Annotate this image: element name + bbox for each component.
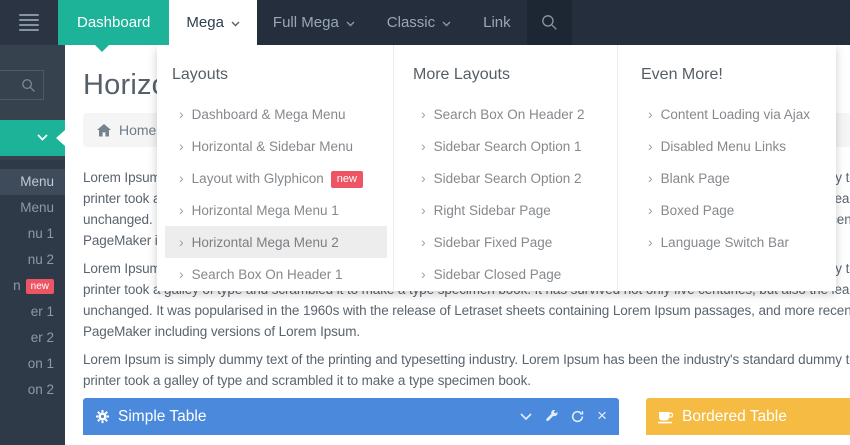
chevron-down-icon — [37, 134, 48, 141]
mega-menu-column-title: Layouts — [157, 66, 393, 84]
mega-menu-item[interactable]: ›Disabled Menu Links — [626, 130, 830, 162]
search-icon — [541, 14, 558, 31]
panel-row: Simple Table — [83, 398, 850, 435]
panel-title: Bordered Table — [682, 408, 850, 426]
coffee-icon — [658, 410, 674, 424]
sidebar: Menu Menu nu 1 nu 2 nnew er 1 er 2 on 1 … — [0, 45, 65, 445]
angle-right-icon: › — [421, 170, 426, 186]
nav-tab-full-mega[interactable]: Full Mega — [257, 0, 371, 45]
app-window: Horizontal Mega Menu 2 Home Lorem Ipsum … — [0, 0, 850, 445]
mega-menu-item[interactable]: ›Horizontal Mega Menu 1 — [165, 194, 387, 226]
chevron-down-icon[interactable] — [520, 413, 532, 420]
sidebar-submenu: Menu Menu nu 1 nu 2 nnew er 1 er 2 on 1 … — [0, 160, 65, 445]
new-badge: new — [331, 171, 363, 188]
nav-tab-link[interactable]: Link — [467, 0, 527, 45]
angle-right-icon: › — [648, 138, 653, 154]
chevron-down-icon — [442, 21, 451, 27]
mega-menu-item[interactable]: ›Blank Page — [626, 162, 830, 194]
angle-right-icon: › — [421, 138, 426, 154]
mega-menu-item[interactable]: ›Boxed Page — [626, 194, 830, 226]
simple-table-panel: Simple Table — [83, 398, 619, 435]
mega-menu-column-layouts: Layouts ›Dashboard & Mega Menu ›Horizont… — [157, 45, 393, 291]
mega-menu-item[interactable]: ›Layout with Glyphiconnew — [165, 162, 387, 194]
chevron-down-icon — [231, 21, 240, 27]
panel-toolbar: × — [520, 409, 607, 424]
paragraph-line: Lorem Ipsum is simply dummy text of the … — [83, 349, 850, 370]
simple-table-panel-header: Simple Table — [83, 398, 619, 435]
top-nav: Dashboard Mega Full Mega Classic — [58, 0, 527, 45]
mega-menu-dropdown: Layouts ›Dashboard & Mega Menu ›Horizont… — [157, 45, 836, 291]
mega-menu-item[interactable]: ›Content Loading via Ajax — [626, 98, 830, 130]
angle-right-icon: › — [648, 202, 653, 218]
new-badge: new — [26, 279, 54, 294]
angle-right-icon: › — [179, 106, 184, 122]
angle-right-icon: › — [421, 202, 426, 218]
sidebar-item[interactable]: on 1 — [0, 351, 65, 377]
angle-right-icon: › — [421, 266, 426, 282]
cogs-icon — [95, 409, 110, 424]
mega-menu-item[interactable]: ›Search Box On Header 1 — [165, 258, 387, 290]
angle-right-icon: › — [179, 138, 184, 154]
topbar-search-button[interactable] — [527, 0, 572, 45]
mega-menu-item-active[interactable]: ›Horizontal Mega Menu 2 — [165, 226, 387, 258]
top-navbar: Dashboard Mega Full Mega Classic — [0, 0, 850, 45]
paragraph-line: PageMaker including versions of Lorem Ip… — [83, 321, 850, 342]
wrench-icon[interactable] — [545, 410, 558, 423]
mega-menu-item[interactable]: ›Right Sidebar Page — [402, 194, 611, 226]
mega-menu-item[interactable]: ›Search Box On Header 2 — [402, 98, 611, 130]
home-icon — [97, 124, 111, 137]
close-icon[interactable]: × — [597, 407, 607, 424]
nav-tab-mega[interactable]: Mega — [169, 0, 257, 45]
bordered-table-panel: Bordered Table — [646, 398, 850, 435]
sidebar-search-input[interactable] — [0, 70, 44, 100]
sidebar-item[interactable]: nu 2 — [0, 247, 65, 273]
mega-menu-item[interactable]: ›Language Switch Bar — [626, 226, 830, 258]
mega-menu-item[interactable]: ›Sidebar Closed Page — [402, 258, 611, 290]
refresh-icon[interactable] — [571, 410, 584, 423]
angle-right-icon: › — [648, 170, 653, 186]
paragraph-line: unchanged. It was popularised in the 196… — [83, 300, 850, 321]
mega-menu-item[interactable]: ›Sidebar Search Option 1 — [402, 130, 611, 162]
sidebar-item[interactable]: nnew — [0, 273, 65, 299]
sidebar-item[interactable]: Menu — [0, 169, 65, 195]
mega-menu-column-more-layouts: More Layouts ›Search Box On Header 2 ›Si… — [393, 45, 617, 291]
search-icon — [21, 78, 36, 93]
paragraph: Lorem Ipsum is simply dummy text of the … — [83, 349, 850, 391]
angle-right-icon: › — [421, 234, 426, 250]
nav-tab-classic[interactable]: Classic — [371, 0, 467, 45]
sidebar-item[interactable]: on 2 — [0, 377, 65, 403]
sidebar-item[interactable]: er 1 — [0, 299, 65, 325]
angle-right-icon: › — [179, 266, 184, 282]
mega-menu-column-title: More Layouts — [394, 66, 617, 84]
angle-right-icon: › — [179, 202, 184, 218]
mega-menu-item[interactable]: ›Dashboard & Mega Menu — [165, 98, 387, 130]
mega-menu-item[interactable]: ›Horizontal & Sidebar Menu — [165, 130, 387, 162]
sidebar-item[interactable]: Menu — [0, 195, 65, 221]
bordered-table-panel-header: Bordered Table — [646, 398, 850, 435]
nav-tab-dashboard[interactable]: Dashboard — [58, 0, 169, 45]
panel-title: Simple Table — [118, 408, 520, 426]
sidebar-item[interactable]: nu 1 — [0, 221, 65, 247]
mega-menu-column-even-more: Even More! ›Content Loading via Ajax ›Di… — [617, 45, 836, 291]
angle-right-icon: › — [648, 234, 653, 250]
sidebar-item[interactable]: er 2 — [0, 325, 65, 351]
sidebar-toggle-button[interactable] — [0, 0, 58, 45]
active-tab-arrow — [95, 45, 109, 52]
sidebar-item-active-parent[interactable] — [0, 120, 65, 156]
angle-right-icon: › — [648, 106, 653, 122]
angle-right-icon: › — [179, 234, 184, 250]
mega-menu-item[interactable]: ›Sidebar Fixed Page — [402, 226, 611, 258]
active-item-arrow — [56, 130, 65, 146]
paragraph-line: printer took a galley of type and scramb… — [83, 370, 850, 391]
mega-menu-column-title: Even More! — [618, 66, 836, 84]
angle-right-icon: › — [421, 106, 426, 122]
angle-right-icon: › — [179, 170, 184, 186]
bars-icon — [19, 14, 39, 31]
chevron-down-icon — [346, 21, 355, 27]
breadcrumb-home-link[interactable]: Home — [97, 122, 156, 138]
mega-menu-item[interactable]: ›Sidebar Search Option 2 — [402, 162, 611, 194]
breadcrumb-home-label: Home — [119, 122, 156, 138]
